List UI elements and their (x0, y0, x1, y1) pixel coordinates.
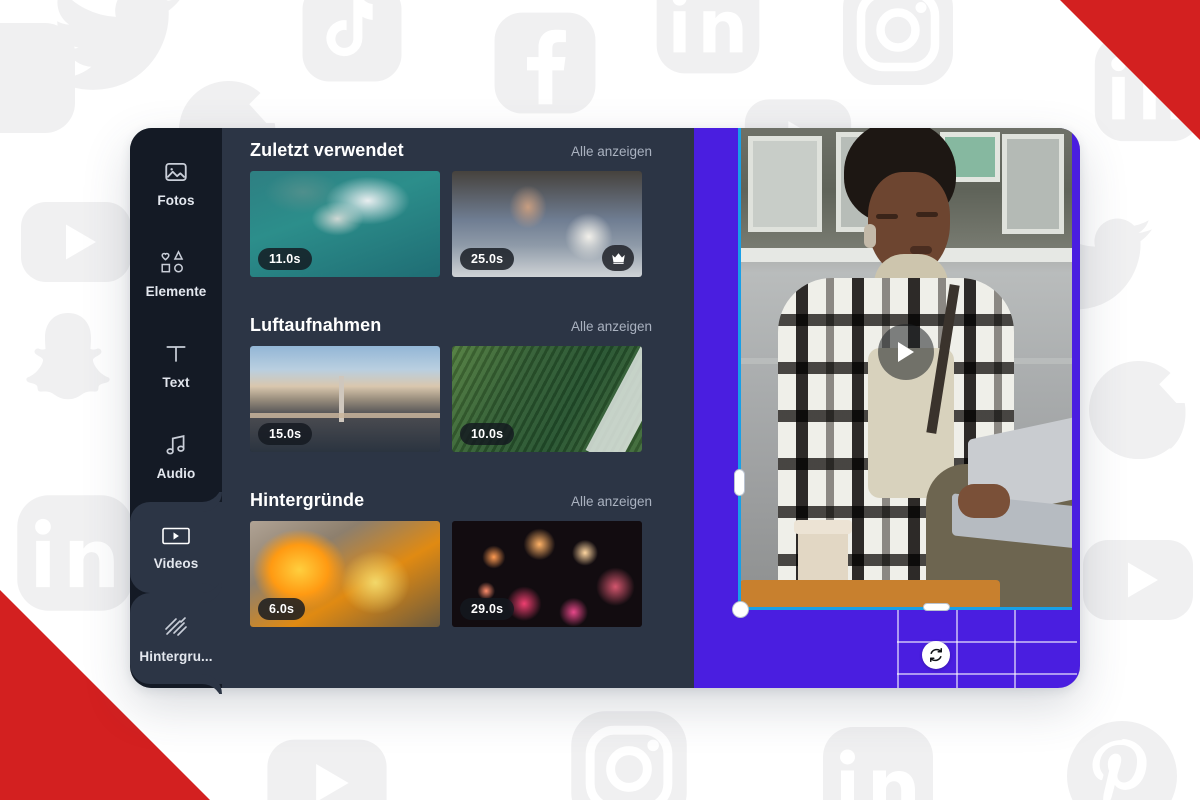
section-title: Luftaufnahmen (250, 315, 382, 335)
bench (740, 580, 1000, 610)
screenshot-root: Fotos Elemente Text Audio Videos Hinterg… (0, 0, 1200, 800)
selection-edge-bottom (738, 607, 1072, 610)
shop-window-left (748, 136, 822, 232)
media-thumbnail[interactable]: 29.0s (452, 521, 642, 627)
thumbnail-row: 11.0s 25.0s (250, 171, 660, 277)
pinterest-icon (1062, 716, 1182, 800)
section-title: Hintergründe (250, 490, 365, 510)
media-thumbnail[interactable]: 11.0s (250, 171, 440, 277)
grid-line-vertical (1014, 610, 1016, 688)
library-section-aerial: Luftaufnahmen Alle anzeigen 15.0s 10.0s (250, 303, 660, 452)
grid-line-horizontal (897, 641, 1077, 643)
eye-left (876, 214, 898, 219)
resize-handle-bottom-left[interactable] (732, 601, 749, 618)
coffee-lid (794, 520, 852, 534)
duration-badge: 15.0s (258, 423, 313, 445)
sidebar-rail: Fotos Elemente Text Audio Videos Hinterg… (130, 128, 222, 688)
media-library-panel: Zuletzt verwendet Alle anzeigen 11.0s 25… (222, 128, 672, 688)
grid-line-vertical (956, 610, 958, 688)
play-button[interactable] (878, 324, 934, 380)
sidebar-item-text[interactable]: Text (130, 320, 222, 411)
duration-badge: 6.0s (258, 598, 306, 620)
sidebar-item-label: Elemente (145, 284, 207, 299)
library-section-backgrounds: Hintergründe Alle anzeigen 6.0s 29.0s (250, 478, 660, 627)
corner-accent-top-right (1060, 0, 1200, 140)
show-all-link[interactable]: Alle anzeigen (571, 494, 652, 509)
media-thumbnail[interactable]: 10.0s (452, 346, 642, 452)
sidebar-item-label: Hintergru... (139, 649, 213, 664)
crown-icon (611, 252, 625, 264)
media-thumbnail[interactable]: 15.0s (250, 346, 440, 452)
show-all-link[interactable]: Alle anzeigen (571, 144, 652, 159)
instagram-icon (566, 706, 692, 800)
snapchat-icon (0, 18, 80, 138)
hatch-pattern-icon (162, 613, 190, 641)
duration-badge: 29.0s (460, 598, 515, 620)
text-icon (163, 341, 189, 367)
eye-right (916, 212, 938, 217)
grid-line-vertical (897, 610, 899, 688)
instagram-icon (838, 0, 958, 90)
bridge-deck (250, 412, 440, 418)
thumbnail-row: 6.0s 29.0s (250, 521, 660, 627)
facebook-icon (490, 8, 600, 118)
snapchat-icon (8, 300, 128, 420)
photo-icon (163, 159, 189, 185)
resize-handle-left[interactable] (734, 469, 745, 496)
sidebar-item-label: Audio (156, 466, 196, 481)
youtube-icon (1078, 520, 1198, 640)
section-title: Zuletzt verwendet (250, 140, 404, 160)
media-thumbnail[interactable]: 25.0s (452, 171, 642, 277)
play-icon (898, 342, 914, 362)
google-icon (1078, 350, 1198, 470)
section-header: Luftaufnahmen Alle anzeigen (250, 303, 660, 346)
sidebar-item-label: Videos (153, 556, 199, 571)
sidebar-item-label: Text (162, 375, 190, 390)
linkedin-icon (818, 722, 938, 800)
youtube-icon (262, 718, 392, 800)
shapes-icon (161, 250, 191, 276)
linkedin-icon (652, 0, 764, 78)
video-clip-woman-with-laptop[interactable] (740, 128, 1072, 610)
grid-line-horizontal (897, 673, 1077, 675)
sidebar-item-label: Fotos (157, 193, 195, 208)
rotate-icon (930, 647, 942, 663)
selection-edge-left (738, 128, 741, 610)
rotate-handle[interactable] (922, 641, 950, 669)
library-section-recent: Zuletzt verwendet Alle anzeigen 11.0s 25… (250, 128, 660, 277)
duration-badge: 25.0s (460, 248, 515, 270)
video-icon (161, 524, 191, 548)
duration-badge: 10.0s (460, 423, 515, 445)
section-header: Hintergründe Alle anzeigen (250, 478, 660, 521)
sidebar-item-hintergrund[interactable]: Hintergru... (130, 593, 222, 684)
mouth (910, 246, 932, 254)
media-thumbnail[interactable]: 6.0s (250, 521, 440, 627)
shop-window-right (1002, 134, 1064, 234)
sidebar-item-elemente[interactable]: Elemente (130, 229, 222, 320)
youtube-icon (16, 182, 136, 302)
pro-badge (602, 245, 634, 271)
show-all-link[interactable]: Alle anzeigen (571, 319, 652, 334)
video-editor-window: Fotos Elemente Text Audio Videos Hinterg… (130, 128, 1080, 688)
thumbnail-row: 15.0s 10.0s (250, 346, 660, 452)
tiktok-icon (298, 0, 406, 86)
section-header: Zuletzt verwendet Alle anzeigen (250, 128, 660, 171)
duration-badge: 11.0s (258, 248, 312, 270)
hand (958, 484, 1010, 518)
sidebar-item-fotos[interactable]: Fotos (130, 138, 222, 229)
music-note-icon (163, 432, 189, 458)
preview-canvas[interactable] (694, 128, 1080, 688)
resize-handle-bottom[interactable] (923, 603, 950, 611)
earring (864, 224, 876, 248)
